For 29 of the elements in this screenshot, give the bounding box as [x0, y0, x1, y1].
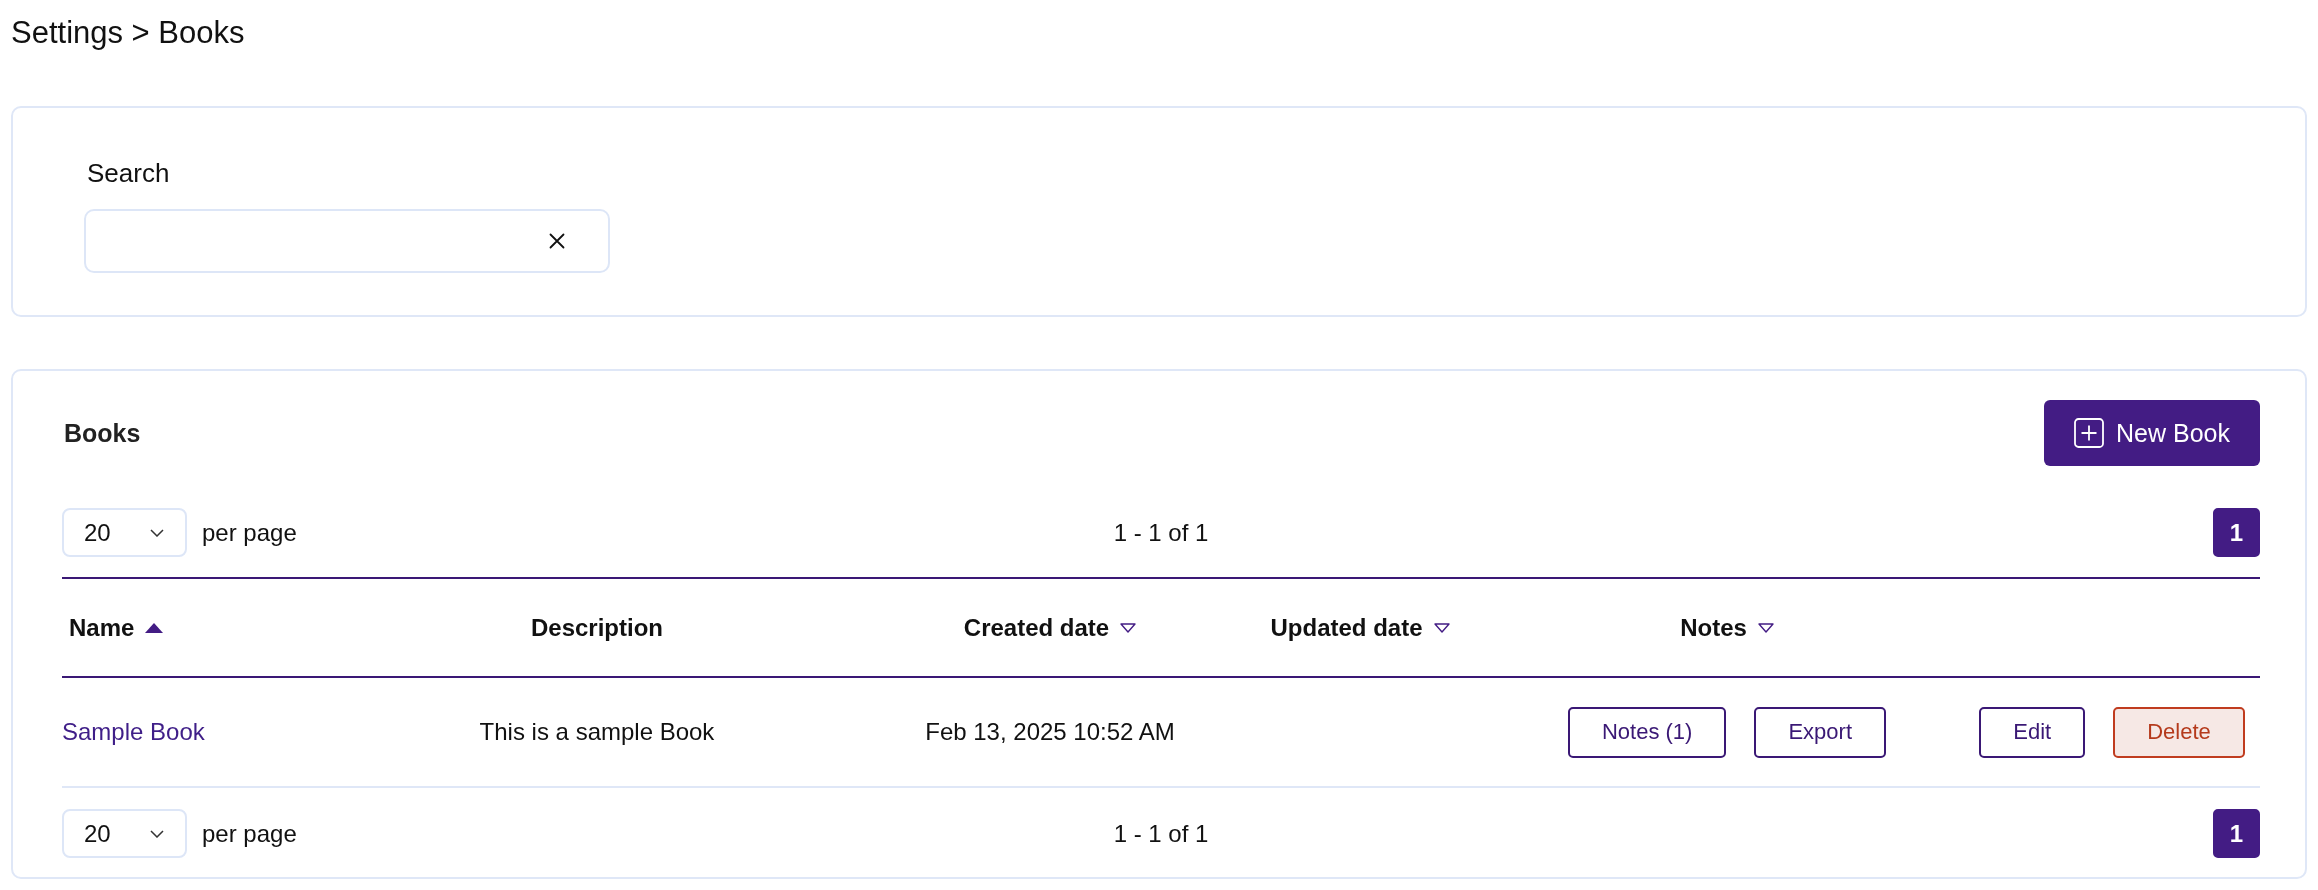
- page-range: 1 - 1 of 1: [1113, 819, 1209, 848]
- per-page-label: per page: [202, 819, 297, 848]
- column-header[interactable]: Name: [69, 613, 135, 642]
- page-title: Settings > Books: [11, 14, 245, 51]
- page-button[interactable]: 1: [2213, 809, 2260, 858]
- column-header[interactable]: Notes: [1680, 613, 1747, 642]
- books-title: Books: [63, 418, 141, 448]
- column-header[interactable]: Created date: [963, 613, 1110, 642]
- column-header[interactable]: Updated date: [1270, 613, 1423, 642]
- row-action-button[interactable]: Notes (1): [1567, 706, 1727, 758]
- page-range: 1 - 1 of 1: [1113, 518, 1209, 547]
- chevron-down-icon: [150, 528, 164, 537]
- per-page-label: per page: [202, 518, 297, 547]
- clear-icon[interactable]: [549, 233, 565, 249]
- book-name-link[interactable]: Sample Book: [62, 718, 205, 746]
- plus-square-icon: [2074, 418, 2105, 448]
- column-header: Description: [531, 613, 663, 642]
- search-label: Search: [86, 157, 170, 189]
- delete-button[interactable]: Delete: [2113, 706, 2245, 758]
- page-button[interactable]: 1: [2213, 508, 2260, 557]
- search-field[interactable]: [84, 209, 610, 273]
- row-action-button[interactable]: Edit: [1979, 706, 2086, 758]
- description-cell: This is a sample Book: [479, 718, 715, 746]
- per-page-select[interactable]: 20: [62, 809, 187, 858]
- chevron-down-icon: [150, 829, 164, 838]
- row-action-button[interactable]: Export: [1754, 706, 1887, 758]
- created-date-cell: Feb 13, 2025 10:52 AM: [925, 718, 1175, 746]
- per-page-select[interactable]: 20: [62, 508, 187, 557]
- new-book-button[interactable]: New Book: [2044, 400, 2260, 466]
